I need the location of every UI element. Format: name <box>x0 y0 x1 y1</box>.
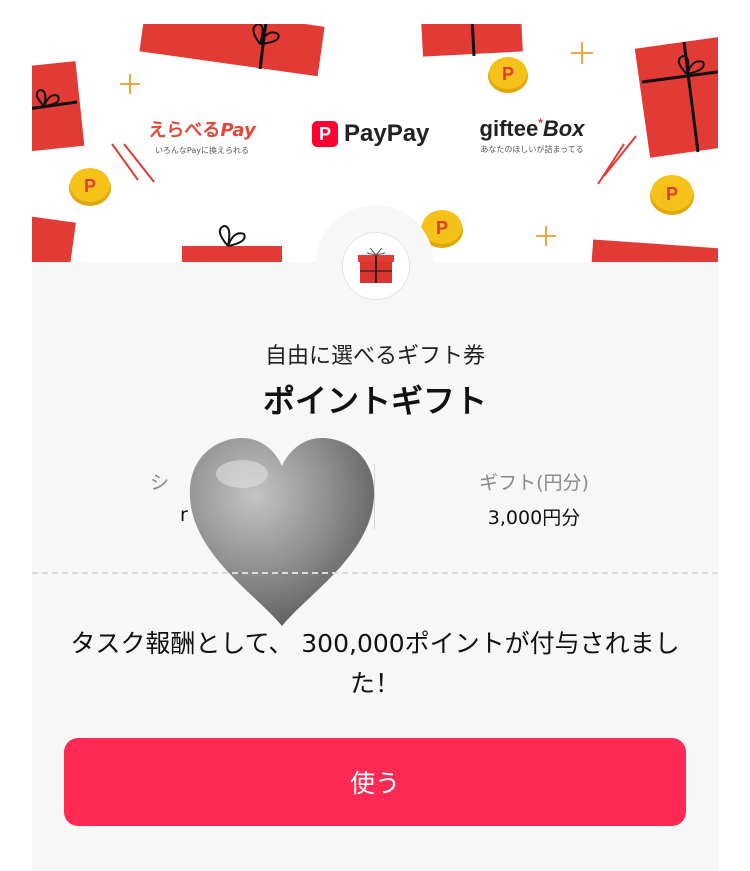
gift-box-icon <box>32 61 85 152</box>
giftee-box-logo: giftee*Box あなたのほしいが詰まってる <box>462 116 602 155</box>
sparkle-icon <box>120 74 140 94</box>
svg-text:P: P <box>84 176 96 196</box>
gift-box-icon <box>591 239 718 262</box>
giftee-name: giftee <box>479 116 539 141</box>
paypay-logo: P PayPay <box>312 120 429 148</box>
gift-box-icon <box>139 24 325 77</box>
coin-p-icon: P <box>650 175 694 215</box>
erabel-pay-tagline: いろんなPayに換えられる <box>154 146 250 155</box>
gift-badge <box>342 232 410 300</box>
gift-amount-value: 3,000円分 <box>487 507 581 529</box>
svg-text:P: P <box>666 184 678 204</box>
sparkle-icon <box>536 226 556 246</box>
giftee-box-word: Box <box>542 116 585 141</box>
erabel-pay-logo: えらべるPay いろんなPayに換えられる <box>132 116 272 156</box>
sparkle-icon <box>571 42 593 64</box>
gift-box-icon <box>182 224 282 262</box>
gift-box-icon <box>358 247 394 283</box>
gift-box-icon <box>421 24 523 57</box>
heart-emoji-icon <box>189 438 375 626</box>
erabel-pay-name: えらべる <box>148 120 221 141</box>
dashed-divider <box>32 572 718 574</box>
giftee-box-tagline: あなたのほしいが詰まってる <box>480 145 584 154</box>
gift-subtitle: 自由に選べるギフト券 <box>264 344 485 369</box>
paypay-name: PayPay <box>344 120 430 147</box>
coin-p-icon: P <box>69 168 111 206</box>
use-button[interactable]: 使う <box>64 738 686 826</box>
gift-box-icon <box>32 215 76 262</box>
svg-text:P: P <box>502 64 514 84</box>
gift-box-icon <box>634 36 718 158</box>
paypay-mark-icon: P <box>312 121 338 147</box>
svg-text:P: P <box>436 218 448 238</box>
gift-title: ポイントギフト <box>262 382 487 420</box>
gift-amount-label: ギフト(円分) <box>479 472 589 494</box>
coin-p-icon: P <box>488 57 528 93</box>
reward-message: タスク報酬として、 300,000ポイントが付与されました！ <box>70 629 680 698</box>
erabel-pay-pay: Pay <box>220 120 256 141</box>
